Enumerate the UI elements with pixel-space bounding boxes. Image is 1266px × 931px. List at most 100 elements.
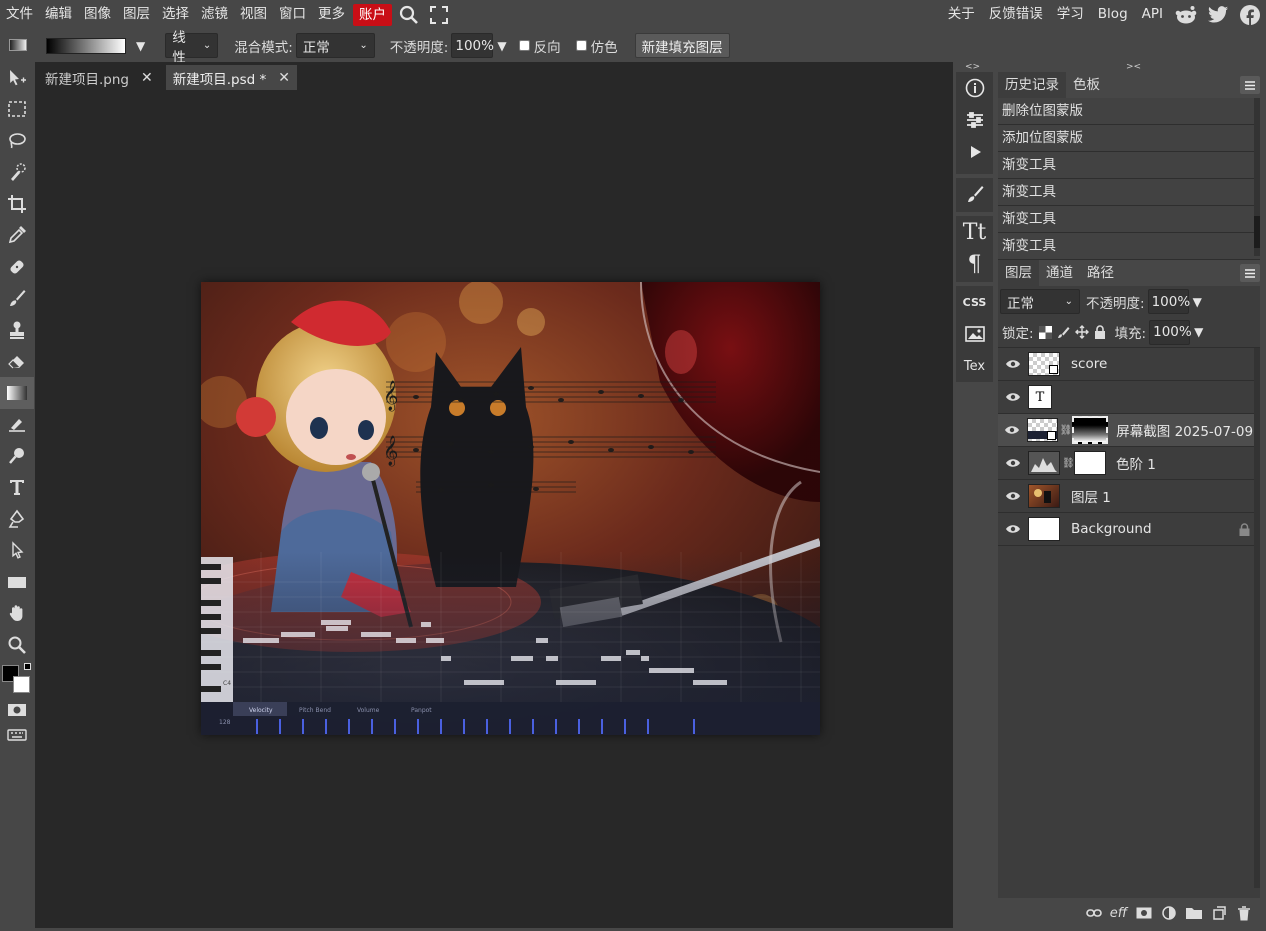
quick-selection-tool-icon[interactable] <box>0 157 34 189</box>
gradient-dropdown-icon[interactable]: ▼ <box>136 39 145 53</box>
menu-file[interactable]: 文件 <box>0 0 39 29</box>
menu-window[interactable]: 窗口 <box>273 0 312 29</box>
close-icon[interactable]: ✕ <box>141 70 153 86</box>
menu-api[interactable]: API <box>1135 0 1170 29</box>
eye-icon[interactable] <box>998 359 1028 369</box>
eye-icon[interactable] <box>998 524 1028 534</box>
menu-learn[interactable]: 学习 <box>1050 0 1091 29</box>
gradient-swatch[interactable] <box>46 37 126 54</box>
link-icon[interactable]: ⛓ <box>1060 425 1073 436</box>
menu-view[interactable]: 视图 <box>234 0 273 29</box>
pen-tool-icon[interactable] <box>0 503 34 535</box>
character-icon[interactable]: Tt <box>956 216 993 248</box>
menu-edit[interactable]: 编辑 <box>39 0 78 29</box>
layer-mask-thumbnail[interactable] <box>1071 416 1109 444</box>
new-fill-layer-button[interactable]: 新建填充图层 <box>634 33 730 58</box>
reddit-icon[interactable] <box>1170 0 1202 29</box>
actions-play-icon[interactable] <box>956 136 993 168</box>
lock-pixels-icon[interactable] <box>1055 326 1073 339</box>
history-item[interactable]: 渐变工具 <box>998 152 1260 179</box>
healing-brush-tool-icon[interactable] <box>0 251 34 283</box>
layer-mask-thumbnail[interactable] <box>1074 451 1106 475</box>
twitter-icon[interactable] <box>1202 0 1234 29</box>
tab-history[interactable]: 历史记录 <box>998 72 1066 98</box>
eye-icon[interactable] <box>998 491 1028 501</box>
layer-opacity-input[interactable]: 100% <box>1147 289 1190 314</box>
swap-colors-icon[interactable] <box>24 662 31 670</box>
menu-blog[interactable]: Blog <box>1091 0 1135 29</box>
eraser-tool-icon[interactable] <box>0 346 34 378</box>
document-tab-psd[interactable]: 新建项目.psd * ✕ <box>165 65 297 90</box>
fill-slider-icon[interactable]: ▼ <box>1194 325 1203 339</box>
layer-row-background[interactable]: Background <box>998 513 1260 546</box>
menu-filter[interactable]: 滤镜 <box>195 0 234 29</box>
layer-row-text[interactable]: T <box>998 381 1260 414</box>
search-icon[interactable] <box>394 0 424 29</box>
fill-input[interactable]: 100% <box>1149 319 1192 345</box>
layer-opacity-slider-icon[interactable]: ▼ <box>1193 295 1202 309</box>
brush-tool-icon[interactable] <box>0 283 34 315</box>
add-mask-icon[interactable] <box>1131 907 1156 919</box>
history-scrollbar[interactable] <box>1254 98 1260 256</box>
crop-tool-icon[interactable] <box>0 188 34 220</box>
blend-mode-select[interactable]: 正常 ⌄ <box>295 33 375 58</box>
zoom-tool-icon[interactable] <box>0 629 34 661</box>
tab-swatches[interactable]: 色板 <box>1066 72 1107 98</box>
document-tab-png[interactable]: 新建项目.png ✕ <box>38 65 160 90</box>
close-icon[interactable]: ✕ <box>278 70 290 86</box>
layer-row-score[interactable]: score <box>998 348 1260 381</box>
menu-more[interactable]: 更多 <box>312 0 351 29</box>
lock-all-icon[interactable] <box>1091 325 1109 339</box>
panel-menu-icon[interactable] <box>1240 76 1260 94</box>
paragraph-icon[interactable]: ¶ <box>956 248 993 280</box>
lasso-tool-icon[interactable] <box>0 125 34 157</box>
eye-icon[interactable] <box>998 425 1027 435</box>
layer-row-screenshot[interactable]: ⛓ 屏幕截图 2025-07-09 1 <box>998 414 1260 447</box>
text-panel-icon[interactable]: Tex <box>956 350 993 382</box>
rectangle-tool-icon[interactable] <box>0 566 34 598</box>
link-layers-icon[interactable] <box>1081 908 1106 918</box>
menu-image[interactable]: 图像 <box>78 0 117 29</box>
lock-transparency-icon[interactable] <box>1037 325 1055 339</box>
eye-icon[interactable] <box>998 458 1028 468</box>
hand-tool-icon[interactable] <box>0 598 34 630</box>
quick-mask-icon[interactable] <box>0 697 34 723</box>
marquee-tool-icon[interactable] <box>0 94 34 126</box>
layer-row-layer1[interactable]: 图层 1 <box>998 480 1260 513</box>
delete-layer-icon[interactable] <box>1231 905 1256 921</box>
layer-row-levels[interactable]: ⛓ 色阶 1 <box>998 447 1260 480</box>
brush-settings-icon[interactable] <box>956 178 993 210</box>
css-icon[interactable]: CSS <box>956 286 993 318</box>
history-item[interactable]: 添加位图蒙版 <box>998 125 1260 152</box>
gradient-tool-icon[interactable] <box>0 377 34 409</box>
fullscreen-icon[interactable] <box>424 0 454 29</box>
menu-account[interactable]: 账户 <box>353 3 392 26</box>
tab-layers[interactable]: 图层 <box>998 260 1039 286</box>
eye-icon[interactable] <box>998 392 1028 402</box>
background-color[interactable] <box>13 675 30 693</box>
layer-blend-select[interactable]: 正常 ⌄ <box>1000 289 1080 314</box>
panel-menu-icon[interactable] <box>1240 264 1260 282</box>
history-item[interactable]: 删除位图蒙版 <box>998 98 1260 125</box>
new-group-icon[interactable] <box>1181 907 1206 919</box>
collapse-right-icon[interactable]: >< <box>1126 62 1141 72</box>
eyedropper-tool-icon[interactable] <box>0 220 34 252</box>
history-item[interactable]: 渐变工具 <box>998 233 1260 260</box>
tab-channels[interactable]: 通道 <box>1039 260 1080 286</box>
menu-about[interactable]: 关于 <box>941 0 982 29</box>
clone-stamp-tool-icon[interactable] <box>0 314 34 346</box>
path-select-tool-icon[interactable] <box>0 535 34 567</box>
link-icon[interactable]: ⛓ <box>1062 458 1075 469</box>
new-layer-icon[interactable] <box>1206 906 1231 920</box>
color-swatches[interactable] <box>0 661 34 697</box>
adjustment-layer-icon[interactable] <box>1156 906 1181 920</box>
move-tool-icon[interactable] <box>0 62 34 94</box>
opacity-slider-icon[interactable]: ▼ <box>497 39 506 53</box>
image-icon[interactable] <box>956 318 993 350</box>
keyboard-icon[interactable] <box>0 723 34 747</box>
tab-paths[interactable]: 路径 <box>1080 260 1121 286</box>
reverse-checkbox[interactable] <box>518 40 530 51</box>
adjustments-icon[interactable] <box>956 104 993 136</box>
menu-feedback[interactable]: 反馈错误 <box>982 0 1050 29</box>
layer-effects-icon[interactable]: eff <box>1106 906 1131 921</box>
